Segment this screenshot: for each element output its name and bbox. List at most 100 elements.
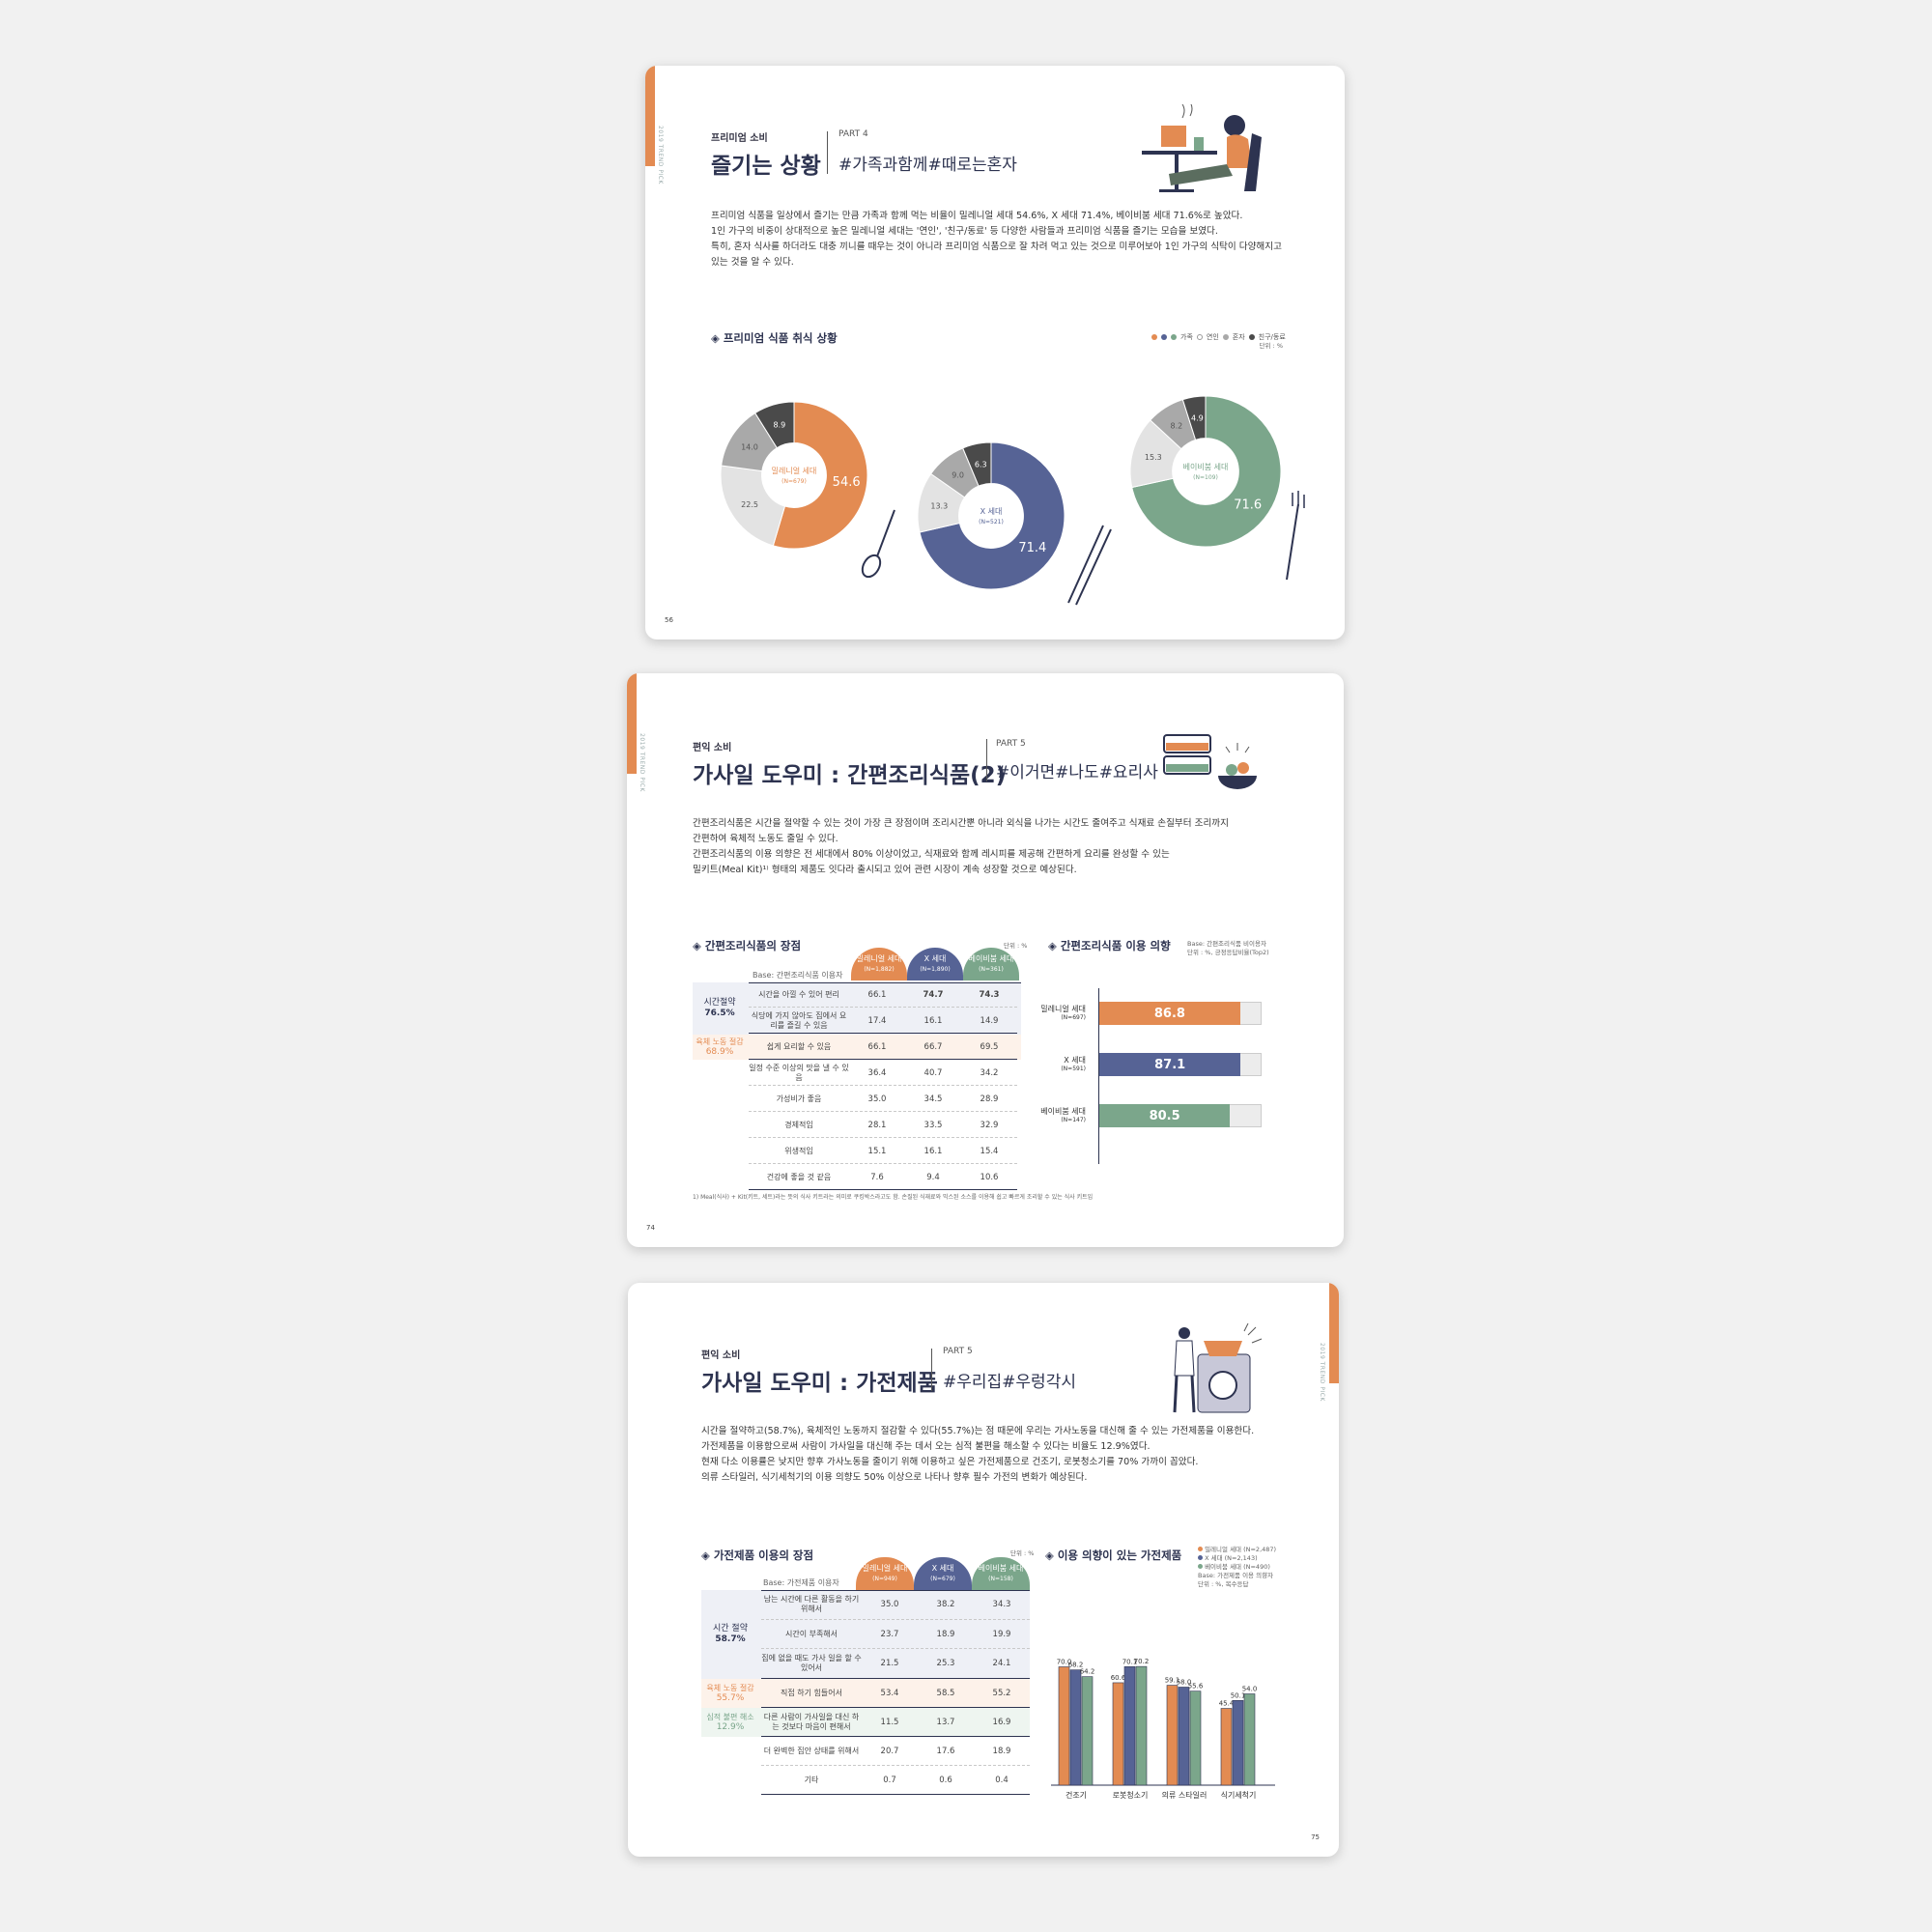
hashtags: #이거면#나도#요리사: [996, 763, 1158, 782]
column-name: 밀레니얼 세대: [856, 954, 902, 963]
intent-note: Base: 간편조리식품 비이용자 단위 : %, 긍정응답비율(Top2): [1187, 940, 1269, 957]
row-label: 남는 시간에 다른 활동을 하기 위해서: [763, 1595, 860, 1613]
bar: [1135, 1665, 1148, 1786]
legend-label: 가족: [1180, 333, 1193, 341]
column-header: 베이비붐 세대 (N=158): [972, 1557, 1030, 1594]
table-base: Base: 간편조리식품 이용자: [753, 971, 843, 980]
bar-value-label: 55.6: [1188, 1683, 1204, 1690]
table-row: 다른 사람이 가사일을 대신 하는 것보다 마음이 편해서 11.5 13.7 16.…: [761, 1708, 1030, 1737]
column-n: (N=158): [988, 1576, 1013, 1582]
page-title: 가사일 도우미 : 가전제품: [701, 1371, 938, 1396]
bar: [1112, 1682, 1124, 1786]
cell: 53.4: [880, 1688, 899, 1698]
bar: [1220, 1708, 1233, 1786]
slice-label: 6.3: [975, 460, 987, 469]
donut-center-title: X 세대: [980, 507, 1003, 516]
laundry-woman-illustration: [1173, 1323, 1263, 1413]
cell: 21.5: [880, 1659, 899, 1668]
table-row: 위생적임 15.1 16.1 15.4: [749, 1139, 1017, 1164]
group-label: 시간절약 76.5%: [693, 982, 747, 1035]
legend-item: 베이비붐 세대 (N=490): [1198, 1563, 1276, 1572]
column-name: 밀레니얼 세대: [862, 1564, 908, 1573]
group-value: 76.5%: [704, 1009, 735, 1018]
cell: 66.1: [867, 1041, 887, 1052]
cell: 58.5: [936, 1688, 955, 1698]
slice-label: 8.2: [1171, 422, 1183, 431]
category-label: 편익 소비: [693, 743, 732, 753]
intro-paragraph: 간편조리식품은 시간을 절약할 수 있는 것이 가장 큰 장점이며 조리시간뿐 …: [693, 816, 1321, 878]
hashtags: #우리집#우렁각시: [943, 1373, 1076, 1392]
group-label: 육체 노동 절감 55.7%: [701, 1679, 759, 1708]
row-label: 직접 하기 힘들어서: [781, 1688, 842, 1697]
cell: 34.5: [923, 1094, 943, 1104]
chart-note-line: 단위 : %, 복수응답: [1198, 1580, 1249, 1588]
row-label: 가성비가 좋음: [776, 1094, 822, 1103]
table-row: 집에 없을 때도 가사 일을 할 수 있어서 21.5 25.3 24.1: [761, 1649, 1030, 1679]
chart-note-line: Base: 가전제품 이용 의향자: [1198, 1572, 1274, 1579]
cell: 10.6: [980, 1172, 999, 1182]
column-name: X 세대: [923, 954, 947, 963]
x-tick-label: 건조기: [1065, 1790, 1087, 1800]
bar-value-label: 60.6: [1111, 1674, 1126, 1682]
column-name: X 세대: [931, 1564, 954, 1573]
chart-legend: 밀레니얼 세대 (N=2,487) X 세대 (N=2,143) 베이비붐 세대…: [1198, 1546, 1276, 1589]
table-unit: 단위 : %: [1004, 942, 1028, 950]
slice-label: 22.5: [741, 500, 758, 509]
group-name: 육체 노동 절감: [696, 1037, 744, 1046]
legend-swatch: [1198, 1547, 1203, 1551]
cell: 0.4: [995, 1775, 1009, 1785]
slice-label: 15.3: [1145, 453, 1162, 462]
legend-label: 연인: [1206, 333, 1219, 341]
bar-value-label: 54.0: [1242, 1686, 1258, 1693]
intent-bar-name: X 세대: [1064, 1056, 1086, 1065]
legend-label: 베이비붐 세대 (N=490): [1205, 1563, 1270, 1571]
legend-swatch: [1151, 334, 1157, 340]
page-title: 가사일 도우미 : 간편조리식품(2): [693, 763, 1007, 788]
appliance-bar-chart: 70.068.264.2건조기60.670.170.2로봇청소기59.158.0…: [1051, 1658, 1275, 1800]
legend-swatch: [1222, 334, 1229, 340]
section-title: ◈ 프리미엄 식품 취식 상황: [711, 331, 838, 345]
intro-line: 현재 다소 이용률은 낮지만 향후 가사노동을 줄이기 위해 이용하고 싶은 가…: [701, 1457, 1199, 1467]
vertical-label: 2019 TREND PICK: [657, 126, 664, 185]
intro-line: 간편조리식품의 이용 의향은 전 세대에서 80% 이상이었고, 식재료와 함께…: [693, 849, 1170, 860]
category-label: 프리미엄 소비: [711, 133, 768, 144]
row-label: 기타: [804, 1775, 819, 1784]
intro-paragraph: 프리미엄 식품을 일상에서 즐기는 만큼 가족과 함께 먹는 비율이 밀레니얼 …: [711, 209, 1329, 270]
row-label: 더 완벽한 집안 상태를 위해서: [763, 1746, 860, 1755]
row-label: 다른 사람이 가사일을 대신 하는 것보다 마음이 편해서: [763, 1712, 860, 1731]
vertical-label: 2019 TREND PICK: [1319, 1343, 1325, 1402]
category-label: 편익 소비: [701, 1350, 741, 1361]
cell: 19.9: [992, 1629, 1011, 1639]
cell: 18.9: [936, 1629, 955, 1639]
pie-legend: 가족 연인 혼자 친구/동료: [1151, 332, 1286, 342]
cell: 0.7: [883, 1775, 896, 1785]
x-tick-label: 로봇청소기: [1113, 1791, 1149, 1800]
legend-item: X 세대 (N=2,143): [1198, 1554, 1276, 1563]
group-name: 시간절약: [703, 998, 736, 1008]
x-tick-label: 식기세척기: [1221, 1791, 1257, 1800]
bar: [1178, 1687, 1190, 1786]
intro-line: 간편하여 육체적 노동도 줄일 수 있다.: [693, 834, 838, 844]
cell: 9.4: [926, 1172, 940, 1182]
column-n: (N=1,882): [864, 966, 895, 973]
intent-bar-n: (N=591): [1061, 1065, 1086, 1072]
cell: 36.4: [867, 1067, 887, 1078]
cell: 17.6: [936, 1746, 955, 1756]
column-n: (N=361): [979, 966, 1004, 973]
cell: 34.3: [992, 1600, 1011, 1609]
column-header: X 세대 (N=679): [914, 1557, 972, 1594]
bar: [1123, 1666, 1136, 1786]
group-value: 68.9%: [705, 1047, 734, 1057]
intro-line: 1인 가구의 비중이 상대적으로 높은 밀레니얼 세대는 '연인', '친구/동…: [711, 226, 1218, 237]
bar: [1058, 1666, 1070, 1786]
group-value: 58.7%: [715, 1634, 746, 1644]
group-label: 심적 불편 해소 12.9%: [701, 1708, 759, 1737]
row-label: 건강에 좋을 것 같음: [766, 1172, 832, 1181]
bar: [1189, 1690, 1202, 1786]
group-label: 시간 절약 58.7%: [701, 1590, 759, 1679]
cell: 38.2: [936, 1600, 955, 1609]
intro-line: 특히, 혼자 식사를 하더라도 대충 끼니를 때우는 것이 아니라 프리미엄 식…: [711, 242, 1282, 252]
group-name: 시간 절약: [713, 1624, 748, 1634]
intro-paragraph: 시간을 절약하고(58.7%), 육체적인 노동까지 절감할 수 있다(55.7…: [701, 1424, 1291, 1486]
cell: 16.9: [992, 1717, 1011, 1727]
